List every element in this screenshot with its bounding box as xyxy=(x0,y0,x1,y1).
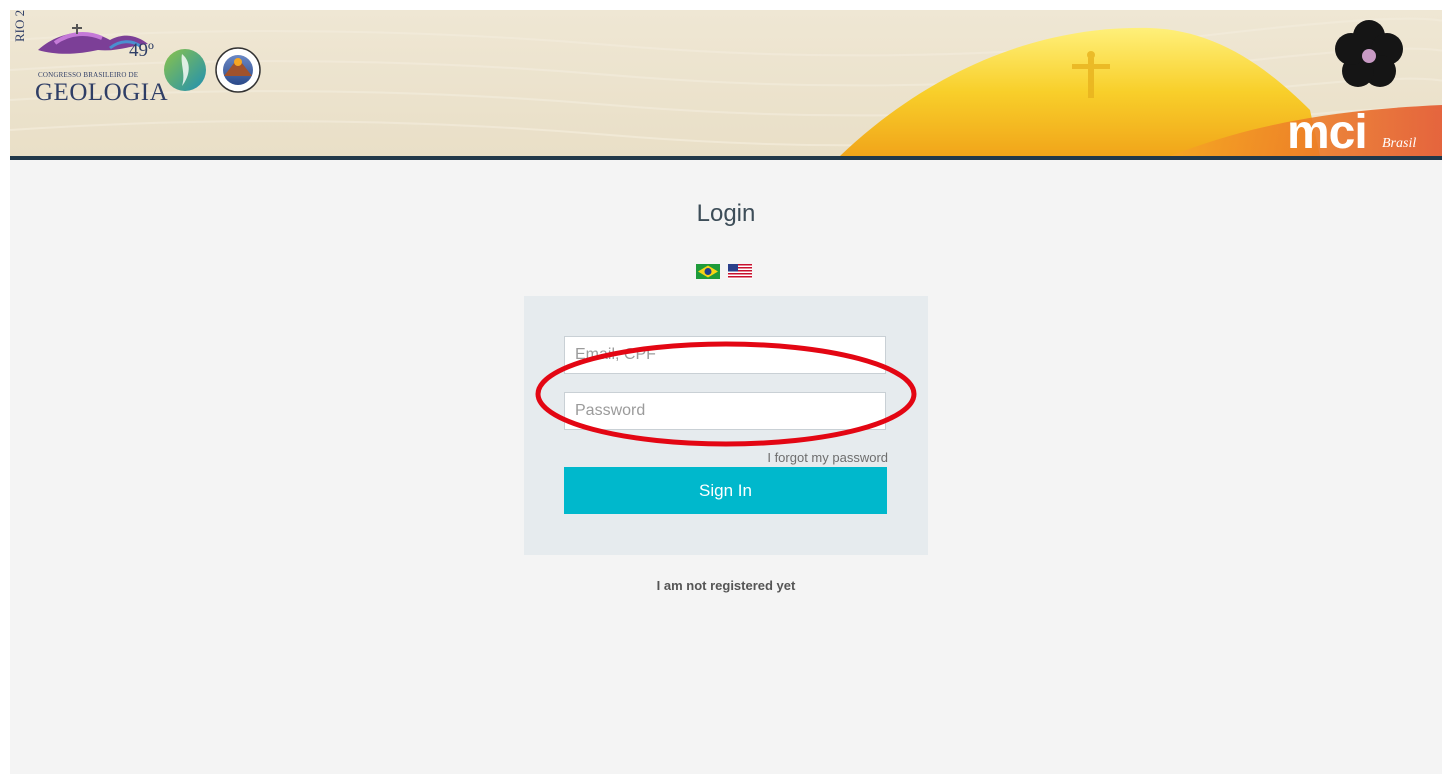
partner-logo-1-icon xyxy=(164,49,206,91)
header-background xyxy=(10,17,1442,156)
congress-name: GEOLOGIA xyxy=(35,79,169,106)
header-divider xyxy=(10,156,1442,160)
brazil-flag-icon[interactable] xyxy=(696,264,720,279)
usa-flag-icon[interactable] xyxy=(728,264,752,279)
register-link[interactable]: I am not registered yet xyxy=(10,578,1442,593)
sign-in-button[interactable]: Sign In xyxy=(564,467,887,514)
congress-number: 49º xyxy=(129,40,154,61)
page-title: Login xyxy=(696,200,756,227)
page: RIO 2018 49º CONGRESSO BRASILEIRO DE GEO… xyxy=(10,10,1442,774)
congress-subtitle: CONGRESSO BRASILEIRO DE xyxy=(38,71,139,79)
mci-flower-logo xyxy=(1335,20,1403,87)
sponsor-brand: mci xyxy=(1287,106,1368,156)
site-header: RIO 2018 49º CONGRESSO BRASILEIRO DE GEO… xyxy=(10,10,1442,156)
annotation-ellipse xyxy=(535,341,917,447)
partner-logo-2-icon xyxy=(215,47,261,93)
congress-year-label: RIO 2018 xyxy=(12,10,27,42)
sponsor-brand-sub: Brasil xyxy=(1382,136,1417,151)
